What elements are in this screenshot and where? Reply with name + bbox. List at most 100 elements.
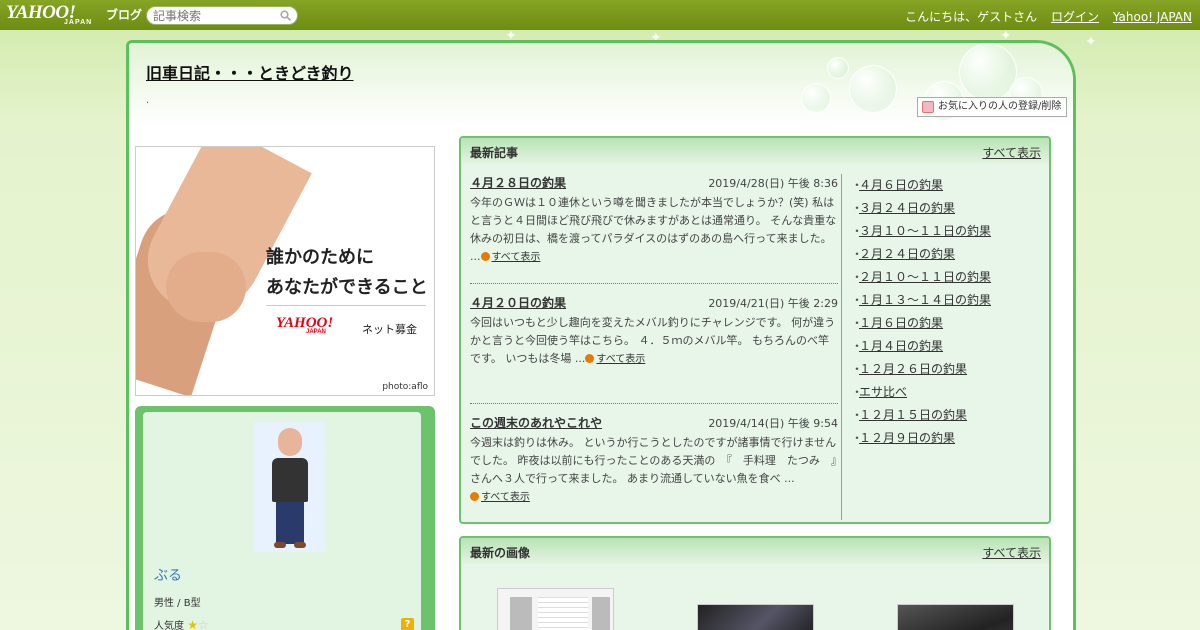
article-title[interactable]: ４月２８日の釣果 (470, 174, 566, 191)
images-show-all-link[interactable]: すべて表示 (982, 544, 1041, 561)
article-more-link[interactable]: すべて表示 (585, 354, 645, 365)
recent-article-item: ・１月４日の釣果 (851, 337, 991, 360)
bubble-decoration (849, 65, 897, 113)
panel-header: 最新記事 すべて表示 (461, 138, 1049, 164)
article-excerpt: 今年のＧＷは１０連休という噂を聞きましたが本当でしょうか？(笑) 私はと言うと４… (470, 196, 837, 263)
thumb-graphic (538, 597, 588, 630)
favorite-register-label: お気に入りの人の登録/削除 (938, 101, 1062, 112)
profile-inner: ぶる 男性 / B型 人気度 ★☆ ? (143, 412, 421, 630)
popularity-star-icons: ★☆ (187, 618, 209, 630)
article-excerpt: 今回はいつもと少し趣向を変えたメバル釣りにチャレンジです。 何が違うかと言うと今… (470, 316, 836, 365)
latest-articles-panel: 最新記事 すべて表示 ４月２８日の釣果 2019/4/28(日) 午後 8:36… (459, 136, 1051, 524)
article-date: 2019/4/28(日) 午後 8:36 (708, 177, 838, 190)
help-icon[interactable]: ? (401, 618, 414, 630)
recent-article-link[interactable]: １２月１５日の釣果 (859, 408, 967, 422)
image-thumbnail[interactable] (497, 588, 614, 630)
bullet-icon: ・ (851, 247, 864, 261)
image-thumbnail[interactable] (897, 604, 1014, 630)
recent-article-item: ・４月６日の釣果 (851, 176, 991, 199)
profile-panel: ぶる 男性 / B型 人気度 ★☆ ? (135, 406, 435, 630)
arrow-icon (470, 492, 479, 501)
article-title[interactable]: ４月２０日の釣果 (470, 294, 566, 311)
ad-headline-2: あなたができること (266, 277, 428, 298)
bubble-decoration (827, 57, 849, 79)
logo-blog-label: ブログ (106, 8, 143, 22)
profile-nickname[interactable]: ぶる (154, 565, 182, 585)
user-links: こんにちは、ゲストさん ログイン Yahoo! JAPAN (895, 8, 1192, 25)
blog-description: . (146, 95, 150, 106)
search-icon[interactable] (280, 10, 291, 21)
bubble-decoration (801, 83, 831, 113)
avatar-body (272, 458, 308, 502)
latest-articles-title: 最新記事 (470, 146, 519, 160)
bullet-icon: ・ (851, 362, 864, 376)
recent-article-link[interactable]: １月１３～１４日の釣果 (859, 293, 991, 307)
blog-header: 旧車日記・・・ときどき釣り . お気に入りの人の登録/削除 (129, 43, 1073, 125)
favorite-icon (922, 101, 934, 113)
search-input[interactable] (153, 8, 273, 23)
article-date: 2019/4/21(日) 午後 2:29 (708, 297, 838, 310)
blog-frame: 旧車日記・・・ときどき釣り . お気に入りの人の登録/削除 誰かのために あなた… (126, 40, 1076, 630)
panel-header: 最新の画像 すべて表示 (461, 538, 1049, 564)
bullet-icon: ・ (851, 270, 864, 284)
recent-article-item: ・２月２４日の釣果 (851, 245, 991, 268)
recent-article-link[interactable]: ２月１０～１１日の釣果 (859, 270, 991, 284)
divider (470, 403, 838, 404)
arrow-icon (585, 354, 595, 363)
ad-photo-credit: photo:aflo (382, 382, 428, 392)
recent-article-item: ・１月６日の釣果 (851, 314, 991, 337)
article-excerpt: 今週末は釣りは休み。 というか行こうとしたのですが諸事情で行けませんでした。 昨… (470, 436, 847, 503)
recent-article-link[interactable]: ３月２４日の釣果 (859, 201, 955, 215)
article-item: ４月２８日の釣果 2019/4/28(日) 午後 8:36 今年のＧＷは１０連休… (470, 174, 838, 264)
bullet-icon: ・ (851, 178, 864, 192)
avatar[interactable] (254, 422, 326, 552)
login-link[interactable]: ログイン (1051, 10, 1099, 24)
latest-images-panel: 最新の画像 すべて表示 (459, 536, 1051, 630)
recent-article-item: ・１２月１５日の釣果 (851, 406, 991, 429)
recent-article-link[interactable]: エサ比べ (859, 385, 907, 399)
article-title[interactable]: この週末のあれやこれや (470, 414, 602, 431)
recent-article-link[interactable]: １２月９日の釣果 (859, 431, 955, 445)
greeting-text: こんにちは、ゲストさん (905, 10, 1038, 24)
arrow-icon (480, 252, 490, 261)
image-thumbnail[interactable] (697, 604, 814, 630)
article-more-link[interactable]: すべて表示 (470, 492, 530, 503)
sparkle-icon: ✦ (1085, 34, 1097, 50)
yahoo-japan-link[interactable]: Yahoo! JAPAN (1113, 10, 1192, 24)
recent-article-item: ・２月１０～１１日の釣果 (851, 268, 991, 291)
column-divider (841, 174, 842, 520)
article-more-link[interactable]: すべて表示 (480, 252, 540, 263)
ad-headline-1: 誰かのために (266, 247, 374, 268)
article-item: ４月２０日の釣果 2019/4/21(日) 午後 2:29 今回はいつもと少し趣… (470, 294, 838, 384)
popularity-label: 人気度 (154, 621, 184, 630)
recent-article-link[interactable]: １月４日の釣果 (859, 339, 943, 353)
top-bar: YAHOO! JAPAN ブログ こんにちは、ゲストさん ログイン Yahoo!… (0, 0, 1200, 30)
ad-service-name: ネット募金 (362, 323, 417, 336)
logo-sub: JAPAN (64, 19, 93, 26)
charity-ad-banner[interactable]: 誰かのために あなたができること YAHOO! JAPAN ネット募金 photo… (135, 146, 435, 396)
recent-article-item: ・１２月９日の釣果 (851, 429, 991, 452)
profile-info: 男性 / B型 (154, 598, 201, 609)
latest-show-all-link[interactable]: すべて表示 (982, 144, 1041, 161)
bullet-icon: ・ (851, 385, 864, 399)
recent-article-link[interactable]: ３月１０～１１日の釣果 (859, 224, 991, 238)
ad-yahoo-logo: YAHOO! JAPAN (276, 315, 334, 335)
bullet-icon: ・ (851, 293, 864, 307)
favorite-register-button[interactable]: お気に入りの人の登録/削除 (917, 97, 1067, 117)
recent-article-item: ・エサ比べ (851, 383, 991, 406)
yahoo-blog-logo[interactable]: YAHOO! JAPAN ブログ (6, 2, 142, 28)
blog-title[interactable]: 旧車日記・・・ときどき釣り (146, 60, 354, 84)
popularity: 人気度 ★☆ (154, 617, 209, 630)
recent-article-link[interactable]: ４月６日の釣果 (859, 178, 943, 192)
recent-article-link[interactable]: １月６日の釣果 (859, 316, 943, 330)
article-item: この週末のあれやこれや 2019/4/14(日) 午後 9:54 今週末は釣りは… (470, 414, 847, 514)
search-box (146, 6, 298, 25)
recent-article-link[interactable]: １２月２６日の釣果 (859, 362, 967, 376)
bullet-icon: ・ (851, 431, 864, 445)
bullet-icon: ・ (851, 339, 864, 353)
recent-article-link[interactable]: ２月２４日の釣果 (859, 247, 955, 261)
bullet-icon: ・ (851, 201, 864, 215)
recent-article-item: ・１月１３～１４日の釣果 (851, 291, 991, 314)
ad-photo-hands (166, 252, 246, 322)
recent-article-item: ・３月１０～１１日の釣果 (851, 222, 991, 245)
